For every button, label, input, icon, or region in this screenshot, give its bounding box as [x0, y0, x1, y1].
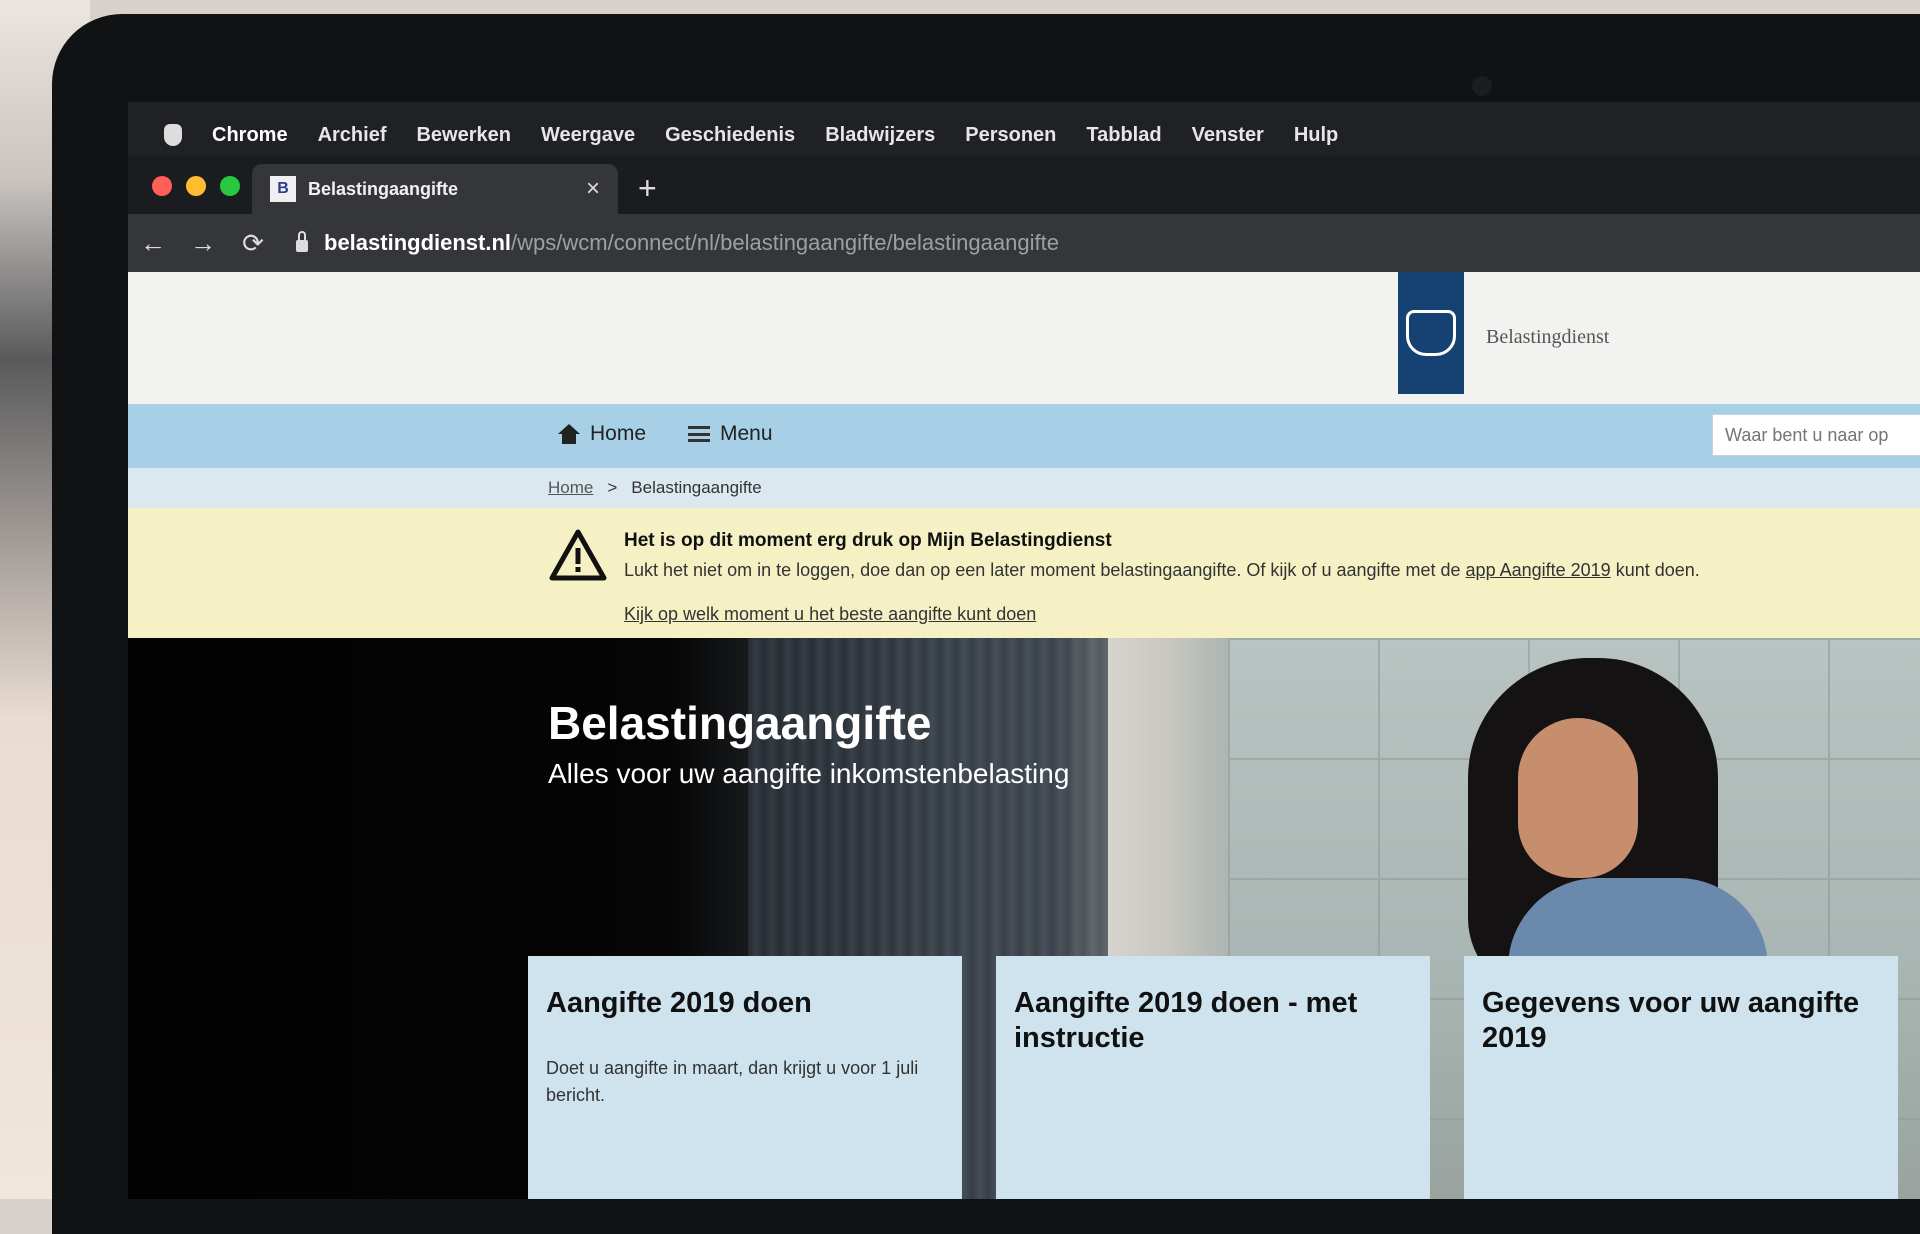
tab-title: Belastingaangifte [308, 178, 459, 199]
tab-strip: B Belastingaangifte × + [128, 156, 1920, 214]
site-header: Belastingdienst [128, 272, 1920, 404]
card-aangifte-doen[interactable]: Aangifte 2019 doen Doet u aangifte in ma… [528, 956, 962, 1199]
menu-icon [688, 426, 710, 442]
apple-icon[interactable] [164, 124, 182, 146]
url-path: /wps/wcm/connect/nl/belastingaangifte/be… [511, 230, 1059, 255]
breadcrumb-current: Belastingaangifte [631, 478, 762, 497]
menu-bladwijzers[interactable]: Bladwijzers [825, 124, 935, 147]
card-aangifte-instructie[interactable]: Aangifte 2019 doen - met instructie [996, 956, 1430, 1199]
warning-icon [549, 529, 607, 581]
screen: Chrome Archief Bewerken Weergave Geschie… [128, 102, 1920, 1199]
nav-menu-button[interactable]: Menu [688, 422, 773, 446]
webcam [1472, 76, 1492, 96]
menu-hulp[interactable]: Hulp [1294, 124, 1338, 147]
crest-icon [1406, 310, 1456, 356]
menu-personen[interactable]: Personen [965, 124, 1056, 147]
address-bar[interactable]: belastingdienst.nl/wps/wcm/connect/nl/be… [324, 230, 1059, 256]
browser-toolbar: ← → ⟳ belastingdienst.nl/wps/wcm/connect… [128, 214, 1920, 272]
close-window-button[interactable] [152, 176, 172, 196]
alert-title: Het is op dit moment erg druk op Mijn Be… [624, 530, 1112, 551]
breadcrumb-bar: Home > Belastingaangifte [128, 468, 1920, 508]
home-icon [558, 424, 580, 444]
forward-icon[interactable]: → [178, 228, 228, 259]
best-moment-link[interactable]: Kijk op welk moment u het beste aangifte… [624, 604, 1036, 625]
minimize-window-button[interactable] [186, 176, 206, 196]
card-title: Gegevens voor uw aangifte 2019 [1482, 987, 1860, 1054]
hero-person-face [1518, 718, 1638, 878]
back-icon[interactable]: ← [128, 228, 178, 259]
tab-belastingaangifte[interactable]: B Belastingaangifte × [252, 164, 618, 214]
alert-banner: Het is op dit moment erg druk op Mijn Be… [128, 508, 1920, 638]
menu-geschiedenis[interactable]: Geschiedenis [665, 124, 795, 147]
menu-app-chrome[interactable]: Chrome [212, 124, 288, 147]
menu-venster[interactable]: Venster [1192, 124, 1264, 147]
alert-text-after: kunt doen. [1610, 560, 1700, 580]
card-title: Aangifte 2019 doen - met instructie [1014, 987, 1358, 1054]
reload-icon[interactable]: ⟳ [228, 228, 278, 259]
alert-text: Lukt het niet om in te loggen, doe dan o… [624, 560, 1700, 581]
favicon-icon: B [270, 176, 296, 202]
menu-archief[interactable]: Archief [318, 124, 387, 147]
url-host: belastingdienst.nl [324, 230, 512, 255]
lock-icon[interactable] [296, 231, 308, 252]
close-icon[interactable]: × [586, 175, 600, 203]
logo-text: Belastingdienst [1486, 326, 1610, 348]
mac-menu-bar: Chrome Archief Bewerken Weergave Geschie… [128, 116, 1338, 154]
main-nav: Home Menu [128, 404, 1920, 468]
search-input[interactable] [1712, 414, 1920, 456]
menu-tabblad[interactable]: Tabblad [1086, 124, 1161, 147]
breadcrumb-home[interactable]: Home [548, 478, 593, 498]
menu-weergave[interactable]: Weergave [541, 124, 635, 147]
window-controls [152, 176, 240, 196]
nav-home-label: Home [590, 422, 647, 445]
card-title: Aangifte 2019 doen [546, 987, 812, 1019]
menu-bewerken[interactable]: Bewerken [416, 124, 511, 147]
plus-icon[interactable]: + [638, 170, 657, 207]
breadcrumb-separator: > [607, 478, 618, 497]
card-gegevens[interactable]: Gegevens voor uw aangifte 2019 [1464, 956, 1898, 1199]
nav-home-link[interactable]: Home [558, 422, 646, 446]
nav-menu-label: Menu [720, 422, 773, 445]
hero-subtitle: Alles voor uw aangifte inkomstenbelastin… [548, 758, 1070, 789]
alert-text-before: Lukt het niet om in te loggen, doe dan o… [624, 560, 1466, 580]
breadcrumb: Home > Belastingaangifte [548, 478, 762, 498]
zoom-window-button[interactable] [220, 176, 240, 196]
rijkslogo[interactable] [1398, 272, 1464, 394]
hero-title: Belastingaangifte [548, 697, 932, 749]
app-aangifte-link[interactable]: app Aangifte 2019 [1466, 560, 1611, 580]
web-page: Belastingdienst Home Menu Home > Belasti… [128, 272, 1920, 1199]
card-text: Doet u aangifte in maart, dan krijgt u v… [546, 1057, 919, 1105]
